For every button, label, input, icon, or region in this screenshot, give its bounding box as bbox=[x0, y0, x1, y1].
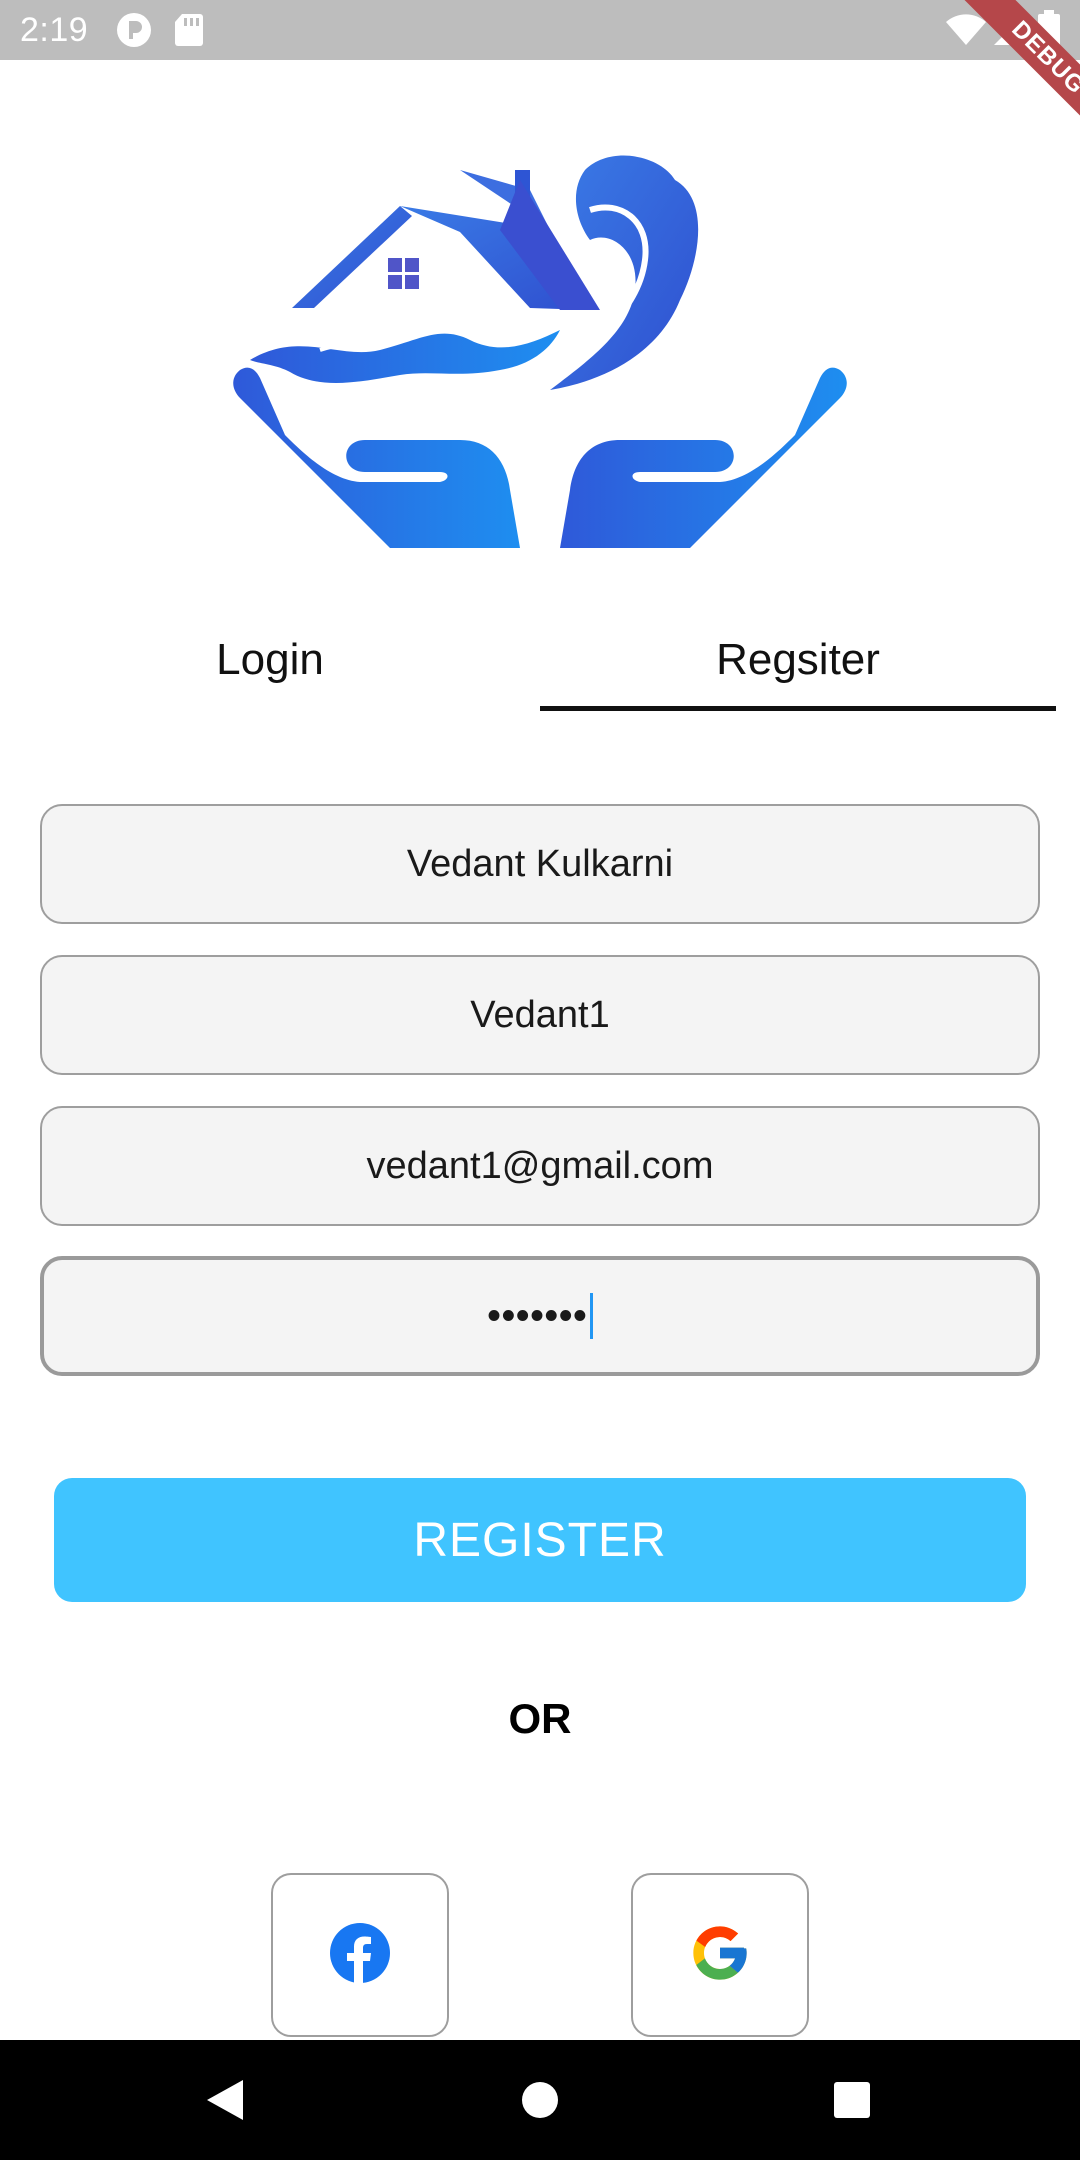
password-field[interactable]: ••••••• bbox=[40, 1256, 1040, 1376]
tab-register[interactable]: Regsiter bbox=[540, 610, 1056, 710]
or-divider: OR bbox=[508, 1695, 572, 1742]
email-value: vedant1@gmail.com bbox=[366, 1144, 714, 1187]
password-value: ••••••• bbox=[487, 1294, 588, 1337]
status-time: 2:19 bbox=[20, 11, 89, 49]
recents-button[interactable] bbox=[817, 2040, 887, 2160]
home-button[interactable] bbox=[505, 2040, 575, 2160]
register-button-label: REGISTER bbox=[413, 1513, 667, 1567]
home-insurance-logo bbox=[233, 155, 847, 548]
p-app-icon bbox=[116, 12, 152, 53]
signal-icon bbox=[994, 14, 1024, 51]
facebook-icon bbox=[330, 1922, 390, 1988]
back-button[interactable] bbox=[190, 2040, 260, 2160]
recents-icon bbox=[834, 2082, 870, 2118]
google-login-button[interactable] bbox=[631, 1873, 809, 2037]
sd-card-icon bbox=[174, 12, 204, 53]
app-logo bbox=[230, 150, 850, 560]
home-icon bbox=[522, 2082, 558, 2118]
username-field[interactable]: Vedant1 bbox=[40, 955, 1040, 1075]
full-name-value: Vedant Kulkarni bbox=[406, 842, 674, 885]
battery-icon bbox=[1038, 10, 1060, 53]
email-field[interactable]: vedant1@gmail.com bbox=[40, 1106, 1040, 1226]
register-button[interactable]: REGISTER bbox=[54, 1478, 1026, 1602]
system-nav-bar bbox=[0, 2040, 1080, 2160]
tab-login[interactable]: Login bbox=[0, 610, 540, 710]
text-cursor bbox=[589, 1293, 593, 1339]
back-icon bbox=[207, 2080, 243, 2120]
username-value: Vedant1 bbox=[470, 993, 610, 1036]
tab-indicator bbox=[540, 706, 1056, 711]
wifi-icon bbox=[946, 14, 986, 51]
status-bar: 2:19 bbox=[0, 0, 1080, 60]
facebook-login-button[interactable] bbox=[271, 1873, 449, 2037]
google-icon bbox=[688, 1921, 752, 1990]
full-name-field[interactable]: Vedant Kulkarni bbox=[40, 804, 1040, 924]
